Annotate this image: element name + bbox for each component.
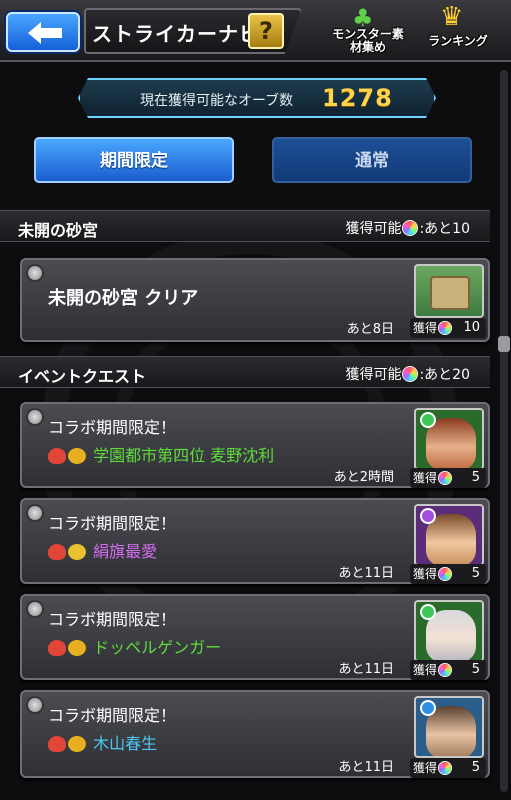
reward-badge: 獲得 5 [410, 564, 486, 584]
event-card[interactable]: コラボ期間限定！ 絹旗最愛 あと11日 獲得 5 [20, 498, 490, 584]
character-thumbnail [414, 600, 484, 662]
card-subtitle: 学園都市第四位 麦野沈利 [48, 442, 274, 466]
card-subtitle-text: 学園都市第四位 麦野沈利 [93, 446, 275, 465]
orb-icon [439, 322, 452, 334]
dark-element-icon [420, 508, 436, 524]
card-title: コラボ期間限定！ [48, 610, 177, 629]
section-title: イベントクエスト [18, 367, 147, 386]
back-button[interactable] [6, 12, 80, 52]
section-reward-remaining: :あと10 [419, 221, 470, 237]
section-title: 未開の砂宮 [18, 221, 99, 240]
scrollbar-thumb[interactable] [498, 336, 510, 352]
reward-badge: 獲得 5 [410, 660, 486, 680]
card-title: コラボ期間限定！ [48, 514, 177, 533]
demon-icon [48, 640, 66, 656]
pin-icon [26, 696, 44, 714]
reward-label: 獲得 [413, 567, 438, 581]
tab-normal[interactable]: 通常 [272, 137, 472, 183]
reward-badge: 獲得 5 [410, 758, 486, 778]
event-card[interactable]: コラボ期間限定！ 学園都市第四位 麦野沈利 あと2時間 獲得 5 [20, 402, 490, 488]
section-header-sand-palace: 未開の砂宮 獲得可能 :あと10 [0, 210, 490, 242]
card-title: コラボ期間限定！ [48, 418, 177, 437]
card-subtitle: ドッペルゲンガー [48, 634, 221, 658]
egg-icon [68, 736, 86, 752]
card-subtitle-text: ドッペルゲンガー [93, 638, 222, 657]
reward-badge: 獲得 5 [410, 468, 486, 488]
pin-icon [26, 264, 44, 282]
pin-icon [26, 600, 44, 618]
reward-label: 獲得 [413, 471, 438, 485]
ranking-button[interactable]: ♛ ランキング [418, 2, 498, 58]
card-time-remaining: あと8日 [346, 322, 394, 337]
sand-palace-icon [430, 276, 470, 310]
section-header-event-quest: イベントクエスト 獲得可能 :あと20 [0, 356, 490, 388]
crown-icon: ♛ [440, 2, 464, 32]
demon-icon [48, 736, 66, 752]
reward-count: 5 [471, 470, 480, 485]
section-reward: 獲得可能 :あと10 [345, 218, 470, 238]
wood-element-icon [420, 412, 436, 428]
orb-icon [439, 762, 452, 774]
section-reward-remaining: :あと20 [419, 367, 470, 383]
orb-icon [403, 221, 418, 235]
event-card[interactable]: コラボ期間限定！ 木山春生 あと11日 獲得 5 [20, 690, 490, 778]
help-button[interactable]: ? [248, 13, 284, 49]
reward-label: 獲得 [413, 761, 438, 775]
card-subtitle-text: 絹旗最愛 [93, 542, 158, 561]
card-time-remaining: あと2時間 [333, 470, 394, 485]
mission-card[interactable]: 未開の砂宮 クリア あと8日 獲得 10 [20, 258, 490, 342]
card-time-remaining: あと11日 [338, 566, 394, 581]
character-thumbnail [414, 696, 484, 758]
reward-count: 5 [471, 760, 480, 775]
orb-counter-label: 現在獲得可能なオーブ数 [140, 93, 294, 109]
orb-counter-value: 1278 [322, 84, 393, 112]
card-subtitle: 木山春生 [48, 730, 157, 754]
reward-label: 獲得 [413, 321, 438, 335]
section-reward-prefix: 獲得可能 [345, 367, 402, 383]
reward-count: 5 [471, 566, 480, 581]
pin-icon [26, 408, 44, 426]
scrollbar-track[interactable] [500, 70, 508, 792]
reward-badge: 獲得 10 [410, 318, 486, 338]
egg-icon [68, 448, 86, 464]
orb-icon [439, 664, 452, 676]
card-time-remaining: あと11日 [338, 760, 394, 775]
character-thumbnail [414, 504, 484, 566]
card-subtitle-text: 木山春生 [93, 734, 158, 753]
page-title: ストライカーナビ [92, 22, 260, 46]
quest-thumbnail [414, 264, 484, 318]
orb-icon [439, 472, 452, 484]
card-title: コラボ期間限定！ [48, 706, 177, 725]
demon-icon [48, 448, 66, 464]
orb-icon [403, 367, 418, 381]
tab-limited[interactable]: 期間限定 [34, 137, 234, 183]
monster-material-button[interactable]: ♣ モンスター素材集め [328, 4, 408, 58]
pin-icon [26, 504, 44, 522]
water-element-icon [420, 700, 436, 716]
egg-icon [68, 544, 86, 560]
card-time-remaining: あと11日 [338, 662, 394, 677]
character-thumbnail [414, 408, 484, 470]
card-title: 未開の砂宮 クリア [48, 288, 199, 309]
monster-material-label: モンスター素材集め [332, 27, 404, 54]
header-bar: ストライカーナビ ? ♣ モンスター素材集め ♛ ランキング [0, 0, 511, 62]
wood-element-icon [420, 604, 436, 620]
back-arrow-icon [28, 22, 62, 44]
card-subtitle: 絹旗最愛 [48, 538, 157, 562]
reward-label: 獲得 [413, 663, 438, 677]
egg-icon [68, 640, 86, 656]
ranking-label: ランキング [428, 34, 488, 48]
orb-icon [439, 568, 452, 580]
section-reward: 獲得可能 :あと20 [345, 364, 470, 384]
section-reward-prefix: 獲得可能 [345, 221, 402, 237]
event-card[interactable]: コラボ期間限定！ ドッペルゲンガー あと11日 獲得 5 [20, 594, 490, 680]
reward-count: 10 [463, 320, 480, 335]
reward-count: 5 [471, 662, 480, 677]
demon-icon [48, 544, 66, 560]
